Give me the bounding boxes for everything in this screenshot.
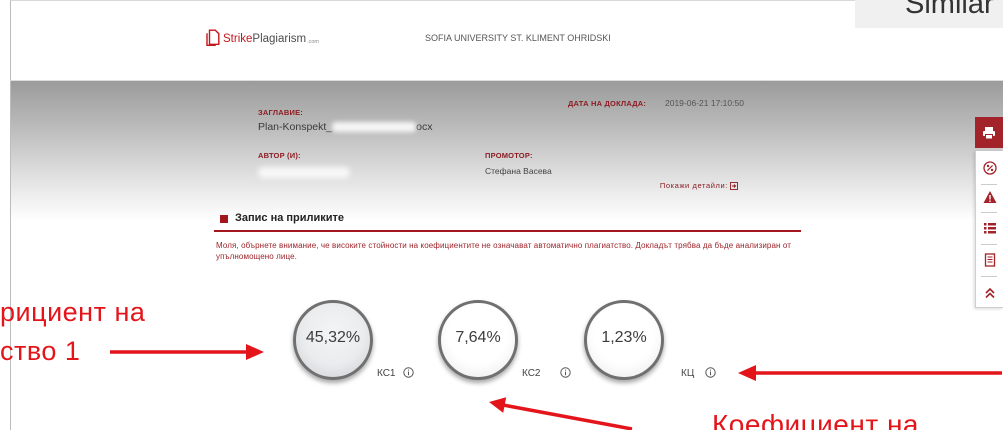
corner-tab: Similar [855,0,1003,28]
coefficient-label: КС2 [522,368,541,379]
similarity-notice: Моля, обърнете внимание, че високите сто… [216,240,791,262]
coefficient-circle-kc: 1,23% [584,300,664,380]
author-label: АВТОР (И): [258,151,301,160]
list-button[interactable] [976,217,1003,239]
list-icon [983,223,996,234]
strikeplagiarism-logo-icon [206,29,220,46]
warnings-button[interactable] [976,186,1003,208]
percent-icon [982,161,997,175]
strikeplagiarism-logo: Strike Plagiarism .com [206,29,319,46]
info-icon[interactable] [403,367,414,378]
toolbar-separator [981,184,997,185]
double-chevron-up-icon [984,287,995,299]
sidebar-toolbar [975,151,1003,308]
coefficient-value: 45,32% [305,329,361,346]
logo-strike-text: Strike [223,33,253,45]
similarity-percent-button[interactable] [976,157,1003,179]
report-date-label: ДАТА НА ДОКЛАДА: [568,99,647,108]
report-page: Similar Strike Plagiarism .com SOFIA UNI… [0,0,1003,430]
coefficient-label: КС1 [377,368,396,379]
university-name: SOFIA UNIVERSITY ST. KLIMENT OHRIDSKI [425,33,611,43]
toolbar-separator [981,244,997,245]
report-date-value: 2019-06-21 17:10:50 [665,98,744,108]
redacted-text [332,122,417,132]
print-button[interactable] [975,117,1003,148]
annotation-text: рициент на [0,297,146,327]
warning-icon [983,191,996,203]
section-marker [220,215,228,223]
toolbar-separator [981,276,997,277]
info-icon[interactable] [560,367,571,378]
section-heading: Запис на приликите [235,212,345,224]
coefficient-circle-kc1: 45,32% [293,300,373,380]
coefficient-label: КЦ [681,368,695,379]
notice-line: упълномощено лице. [216,252,297,261]
document-icon [984,253,995,267]
section-underline [214,230,801,232]
title-label: ЗАГЛАВИЕ: [258,108,303,117]
printer-icon [983,126,995,139]
corner-tab-label: Similar [905,0,994,20]
promoter-label: ПРОМОТОР: [485,151,533,160]
coefficient-value: 1,23% [601,329,647,346]
coefficient-value: 7,64% [455,329,501,346]
notice-line: Моля, обърнете внимание, че високите сто… [216,241,791,250]
logo-com-text: .com [307,39,320,45]
title-value: Plan-Konspekt_ ocx [258,121,432,133]
document-button[interactable] [976,249,1003,271]
promoter-value: Стефана Васева [485,166,552,176]
title-value-prefix: Plan-Konspekt_ [258,121,333,133]
info-icon[interactable] [705,367,716,378]
coefficient-circle-kc2: 7,64% [438,300,518,380]
logo-plagiarism-text: Plagiarism [252,33,307,45]
show-details-link[interactable]: Покажи детайли: [598,181,728,190]
annotation-text: Коефициент на [712,409,919,430]
annotation-text: ство 1 [0,336,81,366]
expand-box-icon[interactable] [730,182,738,190]
scroll-top-button[interactable] [976,282,1003,304]
redacted-author [258,167,350,178]
toolbar-separator [981,212,997,213]
title-value-suffix: ocx [416,121,433,133]
